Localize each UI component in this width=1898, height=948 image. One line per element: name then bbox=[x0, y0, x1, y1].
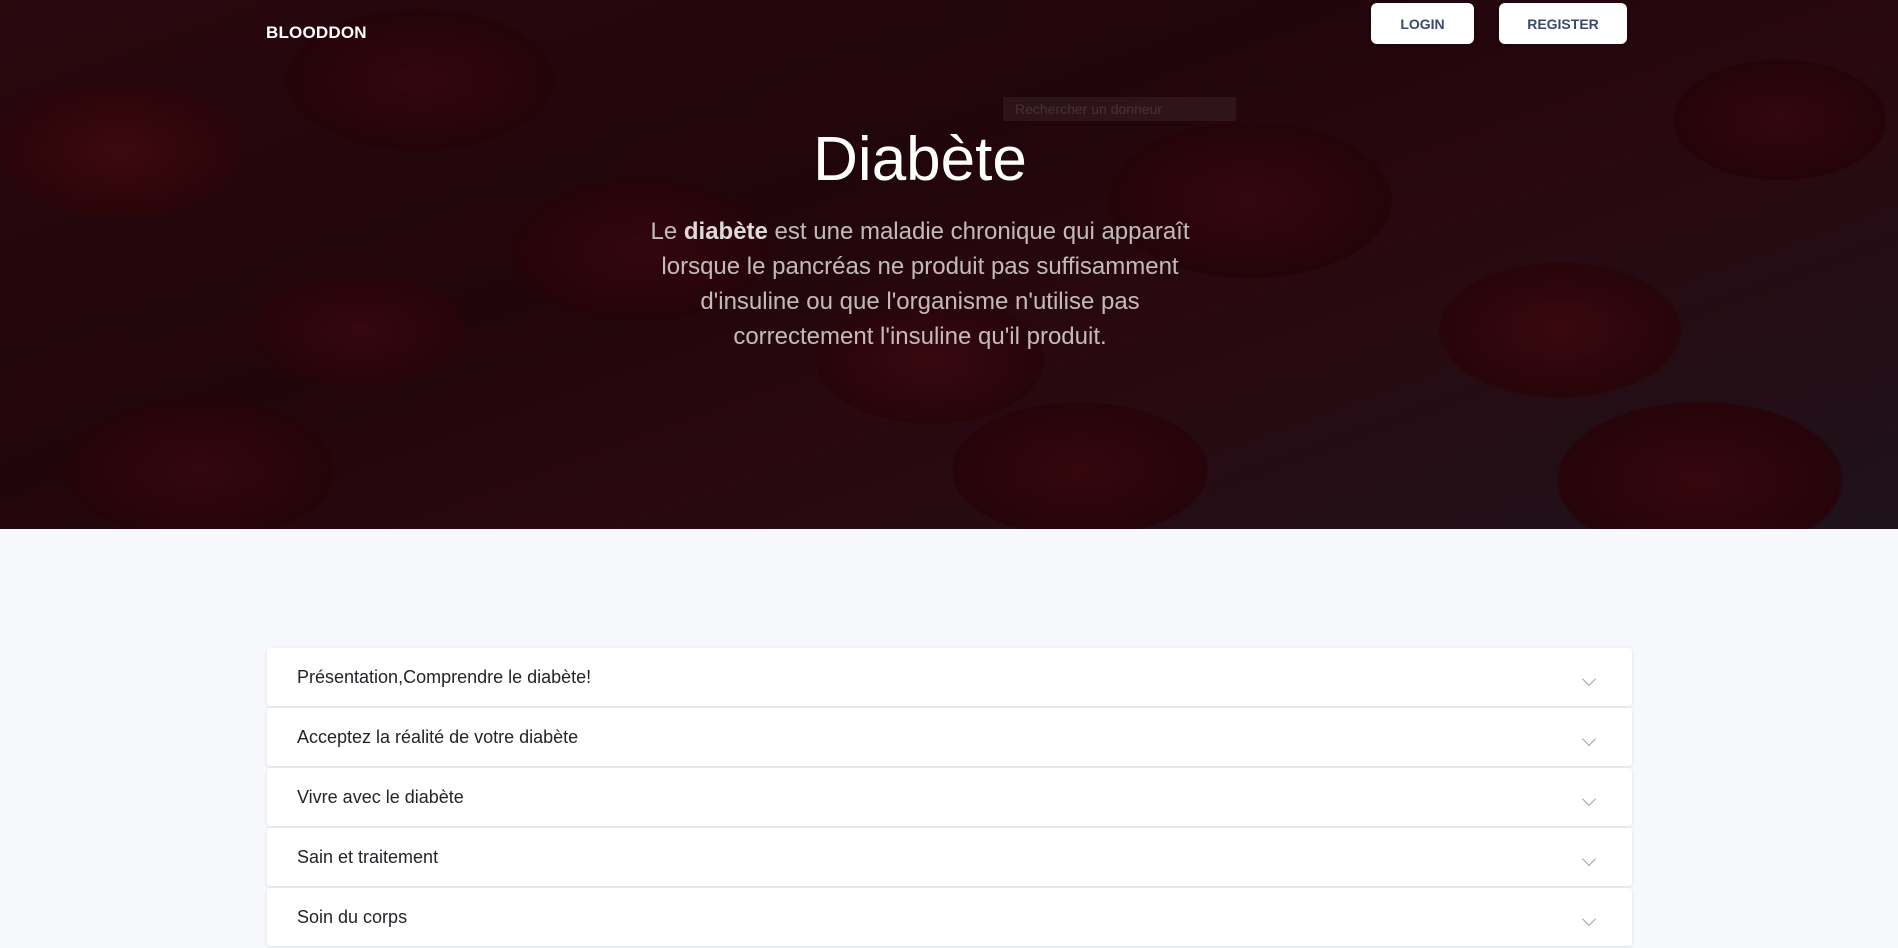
accordion-item-presentation[interactable]: Présentation,Comprendre le diabète! bbox=[267, 648, 1632, 706]
accordion-item-label: Présentation,Comprendre le diabète! bbox=[297, 666, 592, 687]
hero-banner: BLOODDON LOGIN REGISTER Rechercher un do… bbox=[0, 0, 1898, 529]
chevron-down-icon[interactable] bbox=[1581, 731, 1597, 747]
accordion-item-label: Acceptez la réalité de votre diabète bbox=[297, 726, 579, 747]
page-title: Diabète bbox=[813, 125, 1027, 194]
accordion-item-label: Soin du corps bbox=[297, 906, 408, 927]
register-button[interactable]: REGISTER bbox=[1499, 3, 1627, 44]
brand-logo[interactable]: BLOODDON bbox=[266, 23, 367, 43]
faded-search-input[interactable]: Rechercher un donneur bbox=[1003, 97, 1236, 121]
hero-description-keyword: diabète bbox=[683, 218, 768, 245]
chevron-down-icon[interactable] bbox=[1581, 671, 1597, 687]
chevron-down-icon[interactable] bbox=[1581, 911, 1597, 927]
hero-description-prefix: Le bbox=[650, 218, 684, 245]
accordion-item-sain[interactable]: Sain et traitement bbox=[267, 828, 1632, 886]
login-button[interactable]: LOGIN bbox=[1371, 3, 1474, 44]
accordion-item-soin[interactable]: Soin du corps bbox=[267, 888, 1632, 946]
accordion-item-label: Sain et traitement bbox=[297, 846, 439, 867]
accordion-item-vivre[interactable]: Vivre avec le diabète bbox=[267, 768, 1632, 826]
hero-description: Le diabète est une maladie chronique qui… bbox=[640, 214, 1200, 354]
chevron-down-icon[interactable] bbox=[1581, 791, 1597, 807]
faq-accordion: Présentation,Comprendre le diabète! Acce… bbox=[267, 648, 1632, 948]
chevron-down-icon[interactable] bbox=[1581, 851, 1597, 867]
accordion-item-label: Vivre avec le diabète bbox=[297, 786, 464, 807]
accordion-item-acceptez[interactable]: Acceptez la réalité de votre diabète bbox=[267, 708, 1632, 766]
